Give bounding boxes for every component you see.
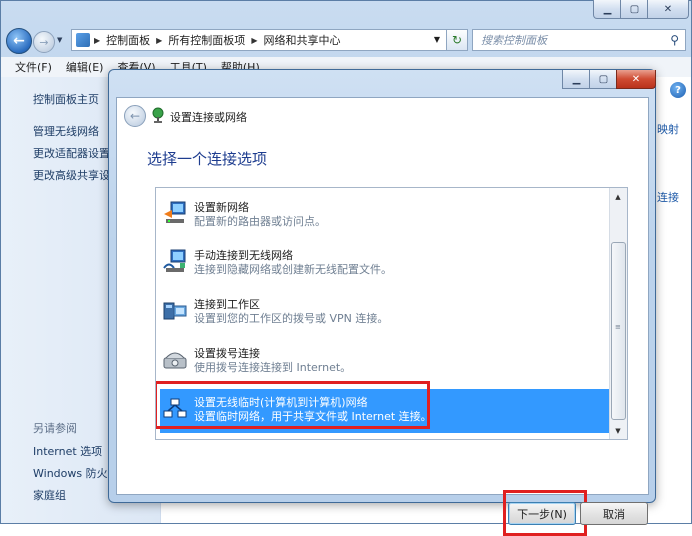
sidebar-item-firewall[interactable]: Windows 防火墙 xyxy=(33,465,119,481)
recent-pages-dropdown-icon[interactable]: ▼ xyxy=(57,36,67,46)
sidebar-item-manage-wireless[interactable]: 管理无线网络 xyxy=(33,123,99,139)
refresh-icon: ↻ xyxy=(451,33,463,47)
help-icon[interactable]: ? xyxy=(670,82,686,98)
forward-button[interactable]: → xyxy=(33,31,55,53)
link-fragment-map[interactable]: 映射 xyxy=(657,121,679,137)
forward-arrow-icon: → xyxy=(39,35,49,49)
link-fragment-connect[interactable]: 连接 xyxy=(657,189,679,205)
option-description: 设置到您的工作区的拨号或 VPN 连接。 xyxy=(194,312,389,325)
dialog-maximize-button[interactable]: ▢ xyxy=(589,70,618,89)
dialup-icon xyxy=(163,352,187,369)
minimize-button[interactable]: ▁ xyxy=(593,0,622,19)
setup-connection-dialog: ▁ ▢ ✕ ← 设置连接或网络 选择一个连接选项 设置新网络 配置新的路由器或访 xyxy=(108,69,656,536)
see-also-heading: 另请参阅 xyxy=(33,422,77,435)
option-description: 设置临时网络，用于共享文件或 Internet 连接。 xyxy=(194,410,432,423)
back-arrow-icon: ← xyxy=(13,33,25,49)
sidebar-item-advanced-sharing[interactable]: 更改高级共享设 xyxy=(33,167,110,183)
wireless-icon xyxy=(163,249,186,272)
sidebar-item-homegroup[interactable]: 家庭组 xyxy=(33,487,66,503)
search-icon[interactable]: ⚲ xyxy=(670,33,679,47)
search-input[interactable]: 搜索控制面板 ⚲ xyxy=(472,29,686,51)
scrollbar-thumb[interactable]: ≡ xyxy=(611,242,626,420)
search-placeholder: 搜索控制面板 xyxy=(481,34,547,47)
page-heading: 选择一个连接选项 xyxy=(147,150,268,168)
dialog-close-button[interactable]: ✕ xyxy=(616,70,656,89)
option-dialup[interactable]: 设置拨号连接 使用拨号连接连接到 Internet。 xyxy=(160,340,611,384)
chevron-right-icon[interactable]: ▶ xyxy=(156,36,162,45)
menu-edit[interactable]: 编辑(E) xyxy=(66,59,104,75)
dialog-title: 设置连接或网络 xyxy=(170,111,247,124)
watermark-url: zhinan.sogou.com xyxy=(544,478,645,491)
grip-icon: ≡ xyxy=(615,323,621,331)
dialog-minimize-button[interactable]: ▁ xyxy=(562,70,591,89)
option-description: 配置新的路由器或访问点。 xyxy=(194,215,326,228)
network-globe-icon xyxy=(152,107,164,123)
control-panel-icon xyxy=(76,33,90,47)
back-button[interactable]: ← xyxy=(6,28,32,54)
sidebar-item-adapter-settings[interactable]: 更改适配器设置 xyxy=(33,145,110,161)
breadcrumb-control-panel[interactable]: 控制面板 xyxy=(106,32,150,48)
close-button[interactable]: ✕ xyxy=(647,0,689,19)
option-new-network[interactable]: 设置新网络 配置新的路由器或访问点。 xyxy=(160,194,611,238)
connection-options-list: 设置新网络 配置新的路由器或访问点。 手动连接到无线网络 连接到隐藏网络或创建新… xyxy=(155,187,628,440)
option-workplace[interactable]: 连接到工作区 设置到您的工作区的拨号或 VPN 连接。 xyxy=(160,291,611,335)
menu-file[interactable]: 文件(F) xyxy=(15,59,52,75)
sidebar-item-internet-options[interactable]: Internet 选项 xyxy=(33,443,102,459)
router-icon xyxy=(164,201,186,223)
workplace-icon xyxy=(163,302,187,320)
options-scrollbar[interactable]: ▲ ≡ ▼ xyxy=(609,188,627,439)
sidebar-item-home[interactable]: 控制面板主页 xyxy=(33,91,99,107)
adhoc-network-icon xyxy=(163,398,187,418)
scroll-down-icon[interactable]: ▼ xyxy=(610,422,626,439)
chevron-right-icon[interactable]: ▶ xyxy=(251,36,257,45)
option-description: 使用拨号连接连接到 Internet。 xyxy=(194,361,352,374)
breadcrumb-network-center[interactable]: 网络和共享中心 xyxy=(263,32,340,48)
breadcrumb-all-items[interactable]: 所有控制面板项 xyxy=(168,32,245,48)
dialog-client-area: ← 设置连接或网络 选择一个连接选项 设置新网络 配置新的路由器或访问点。 手动… xyxy=(116,97,649,536)
option-manual-wireless[interactable]: 手动连接到无线网络 连接到隐藏网络或创建新无线配置文件。 xyxy=(160,242,611,286)
address-bar[interactable]: ▶ 控制面板 ▶ 所有控制面板项 ▶ 网络和共享中心 ▼ xyxy=(71,29,463,51)
refresh-button[interactable]: ↻ xyxy=(446,29,468,51)
option-adhoc-network[interactable]: 设置无线临时(计算机到计算机)网络 设置临时网络，用于共享文件或 Interne… xyxy=(156,381,611,433)
back-arrow-icon: ← xyxy=(129,109,141,123)
dialog-back-button[interactable]: ← xyxy=(124,105,146,127)
maximize-button[interactable]: ▢ xyxy=(620,0,649,19)
option-description: 连接到隐藏网络或创建新无线配置文件。 xyxy=(194,263,392,276)
scroll-up-icon[interactable]: ▲ xyxy=(610,188,626,205)
address-dropdown-icon[interactable]: ▼ xyxy=(434,35,440,44)
chevron-right-icon[interactable]: ▶ xyxy=(94,36,100,45)
